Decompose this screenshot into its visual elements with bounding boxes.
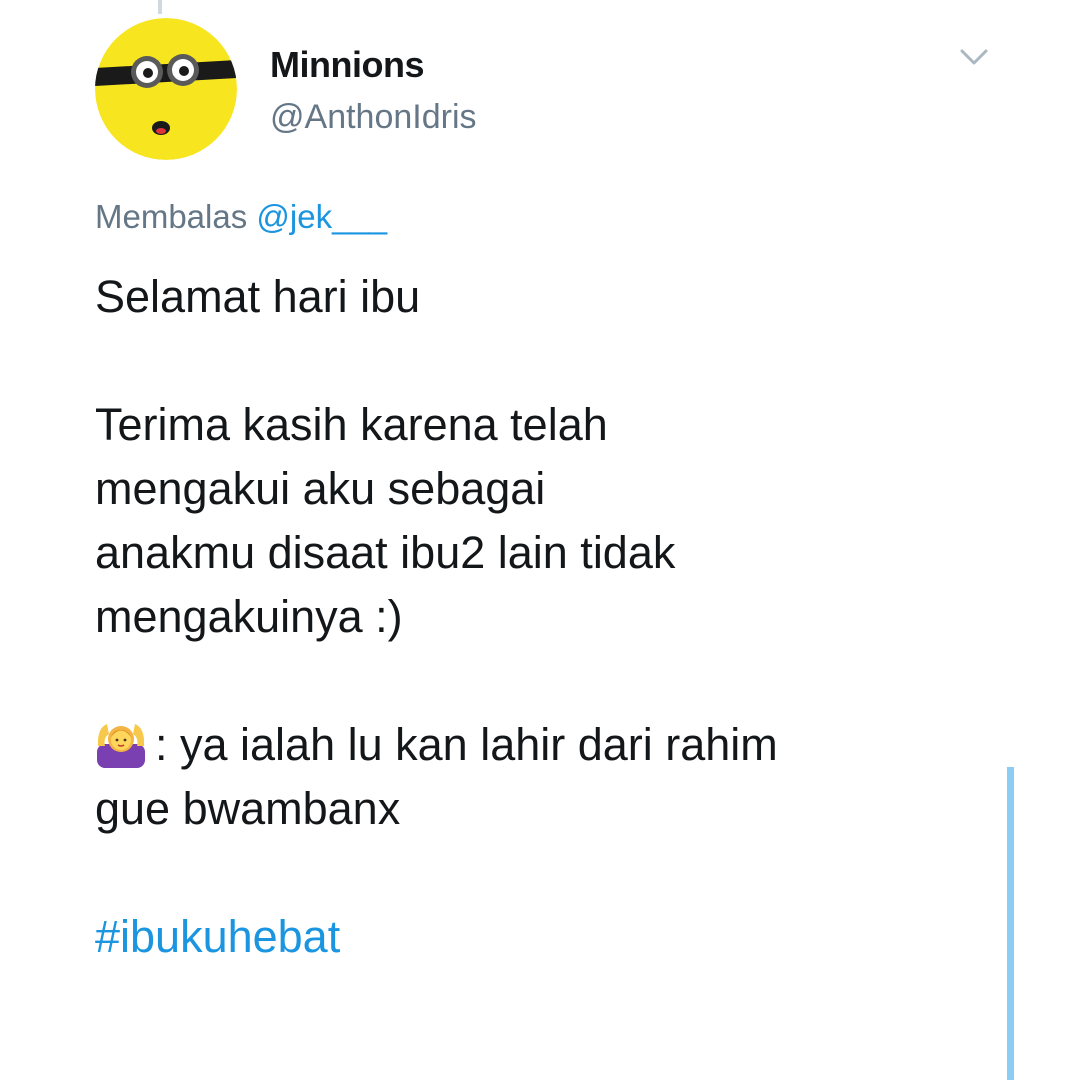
reply-mention-link[interactable]: @jek___ xyxy=(256,198,387,235)
hashtag-link[interactable]: #ibukuhebat xyxy=(95,911,340,962)
tweet-text: Selamat hari ibu Terima kasih karena tel… xyxy=(95,265,995,969)
reply-prefix: Membalas xyxy=(95,198,248,235)
tweet-line-text: : ya ialah lu kan lahir dari rahim xyxy=(155,719,778,770)
tweet-line: gue bwambanx xyxy=(95,783,401,834)
thread-connector-top xyxy=(158,0,162,14)
tweet-line: anakmu disaat ibu2 lain tidak xyxy=(95,527,676,578)
tweet-line: mengakuinya :) xyxy=(95,591,403,642)
tweet-line: Terima kasih karena telah xyxy=(95,399,608,450)
woman-gesturing-ok-emoji-icon xyxy=(95,716,147,768)
display-name[interactable]: Minnions xyxy=(270,44,424,86)
minion-avatar-image xyxy=(95,18,237,160)
tweet-line: #ibukuhebat xyxy=(95,905,995,969)
reply-context: Membalas @jek___ xyxy=(95,198,387,236)
chevron-down-icon[interactable] xyxy=(958,44,990,70)
thread-connector-line xyxy=(1007,767,1014,1080)
user-handle[interactable]: @AnthonIdris xyxy=(270,98,477,137)
tweet-line: mengakui aku sebagai xyxy=(95,463,546,514)
tweet-line: : ya ialah lu kan lahir dari rahim xyxy=(95,713,995,777)
avatar[interactable] xyxy=(95,18,237,160)
tweet-line: Selamat hari ibu xyxy=(95,271,421,322)
